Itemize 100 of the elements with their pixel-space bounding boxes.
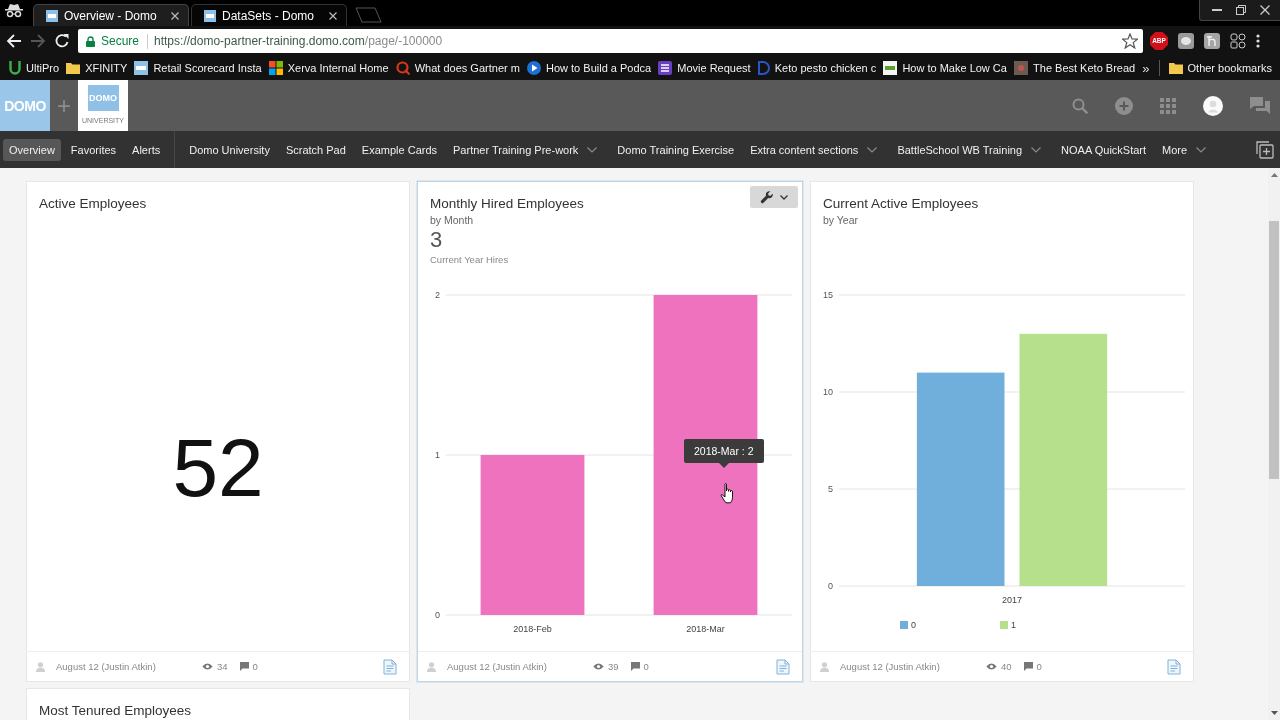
- restore-icon[interactable]: [1236, 5, 1246, 15]
- comment-count: 0: [252, 661, 258, 672]
- legend-label: 1: [1011, 620, 1016, 630]
- url-text: https://domo-partner-training.domo.com/page/-100000: [154, 34, 443, 48]
- card-subtitle: by Year: [823, 214, 859, 226]
- add-page-icon[interactable]: [1256, 140, 1274, 159]
- wrench-icon: [760, 190, 774, 204]
- bookmark-item[interactable]: Other bookmarks: [1168, 62, 1272, 74]
- updated-text: August 12 (Justin Atkin): [56, 661, 156, 672]
- close-icon[interactable]: [171, 11, 179, 20]
- plus-sign: +: [56, 90, 72, 121]
- address-bar[interactable]: Secure https://domo-partner-training.domo.com/page/-100000: [78, 29, 1143, 53]
- nav-tab[interactable]: Domo University: [183, 138, 276, 161]
- nav-tab[interactable]: NOAA QuickStart: [1055, 138, 1153, 161]
- list-icon: [658, 61, 673, 75]
- incognito-icon: [5, 2, 23, 18]
- card-menu-button[interactable]: [750, 186, 798, 208]
- nav-tab[interactable]: More: [1156, 138, 1217, 161]
- browser-tab[interactable]: DataSets - Domo: [191, 4, 347, 26]
- new-tab-button[interactable]: [355, 7, 382, 23]
- comment-icon[interactable]: [630, 662, 640, 671]
- axis-tick-label: 0: [828, 581, 833, 591]
- legend-label: 0: [911, 620, 916, 630]
- close-icon[interactable]: [1260, 5, 1270, 15]
- eye-icon: [593, 663, 604, 670]
- hand-cursor-icon: [720, 482, 734, 504]
- summary-value: 3: [430, 229, 443, 251]
- horseshoe-icon: [9, 61, 21, 75]
- reload-icon[interactable]: [54, 33, 70, 49]
- axis-tick-label: 15: [823, 290, 833, 300]
- nav-tab[interactable]: BattleSchool WB Training: [891, 138, 1052, 161]
- axis-label: 2018-Feb: [513, 624, 552, 634]
- bookmark-item[interactable]: Retail Scorecard Insta: [134, 61, 262, 75]
- folder-icon: [66, 62, 81, 74]
- comment-count: 0: [643, 661, 649, 672]
- bookmark-item[interactable]: Movie Request: [658, 61, 751, 75]
- person-icon: [427, 661, 436, 672]
- nav-tab[interactable]: Extra content sections: [744, 138, 888, 161]
- comment-icon[interactable]: [239, 662, 249, 671]
- card-title: Most Tenured Employees: [39, 703, 192, 718]
- scrollbar-thumb[interactable]: [1269, 221, 1279, 479]
- card-title: Active Employees: [39, 196, 147, 211]
- browser-tab[interactable]: Overview - Domo: [33, 4, 189, 26]
- bookmark-item[interactable]: UltiPro: [9, 61, 59, 75]
- logo-mark: DOMO: [87, 85, 119, 111]
- bookmark-item[interactable]: Xerva Internal Home: [268, 61, 389, 75]
- caret-icon: [780, 194, 788, 200]
- kpi-value: 52: [172, 427, 264, 509]
- extension-icon[interactable]: [1230, 33, 1246, 49]
- eye-icon: [986, 663, 997, 670]
- axis-label: 2017: [1002, 595, 1022, 605]
- comment-icon[interactable]: [1023, 662, 1033, 671]
- person-icon: [820, 661, 829, 672]
- person-icon: [36, 661, 45, 672]
- bookmark-item[interactable]: The Best Keto Bread: [1014, 61, 1136, 75]
- lock-icon: [86, 35, 95, 47]
- nav-tab[interactable]: Overview: [3, 138, 61, 161]
- nav-tab[interactable]: Favorites: [64, 138, 123, 161]
- close-icon[interactable]: [329, 11, 337, 20]
- bookmark-item[interactable]: Keto pesto chicken c: [757, 61, 877, 75]
- favicon-icon: [46, 9, 58, 22]
- comment-count: 0: [1036, 661, 1042, 672]
- axis-tick-label: 2: [435, 290, 440, 300]
- bookmark-star-icon[interactable]: [1122, 33, 1138, 49]
- four-squares-icon: [268, 61, 283, 75]
- folder-icon: [1168, 62, 1183, 74]
- more-bookmarks-button[interactable]: »: [1142, 60, 1150, 76]
- card-title: Current Active Employees: [823, 196, 979, 211]
- security-label: Secure: [101, 34, 140, 48]
- avatar-icon[interactable]: [1203, 95, 1223, 116]
- nav-tab[interactable]: Example Cards: [355, 138, 444, 161]
- image-thumbnail-icon: [1014, 61, 1029, 75]
- card-title: Monthly Hired Employees: [430, 196, 584, 211]
- eye-icon: [202, 663, 213, 670]
- view-count: 34: [217, 661, 228, 672]
- bookmark-item[interactable]: How to Make Low Ca: [883, 61, 1007, 75]
- bookmark-item[interactable]: What does Gartner m: [395, 61, 520, 75]
- scroll-down-icon[interactable]: [1270, 711, 1278, 715]
- arc-icon: [757, 61, 770, 75]
- play-icon: [527, 61, 541, 75]
- favicon-icon: [204, 9, 216, 22]
- nav-tab[interactable]: Domo Training Exercise: [611, 138, 741, 161]
- menu-icon[interactable]: [1256, 34, 1260, 48]
- view-count: 40: [1001, 661, 1012, 672]
- card-subtitle: by Month: [430, 214, 474, 226]
- nav-tab[interactable]: Scratch Pad: [279, 138, 352, 161]
- bookmark-item[interactable]: XFINITY: [66, 62, 128, 74]
- forward-arrow-icon[interactable]: [30, 33, 46, 49]
- summary-label: Current Year Hires: [430, 254, 509, 265]
- axis-tick-label: 0: [435, 610, 440, 620]
- bookmark-item[interactable]: How to Build a Podca: [527, 61, 652, 75]
- view-count: 39: [608, 661, 619, 672]
- updated-text: August 12 (Justin Atkin): [840, 661, 940, 672]
- nav-tab[interactable]: Partner Training Pre-work: [447, 138, 608, 161]
- tooltip-pointer-icon: [718, 463, 729, 468]
- scroll-up-icon[interactable]: [1270, 173, 1278, 177]
- nav-tab[interactable]: Alerts: [126, 138, 167, 161]
- updated-text: August 12 (Justin Atkin): [447, 661, 547, 672]
- back-arrow-icon[interactable]: [6, 33, 22, 49]
- axis-tick-label: 1: [435, 450, 440, 460]
